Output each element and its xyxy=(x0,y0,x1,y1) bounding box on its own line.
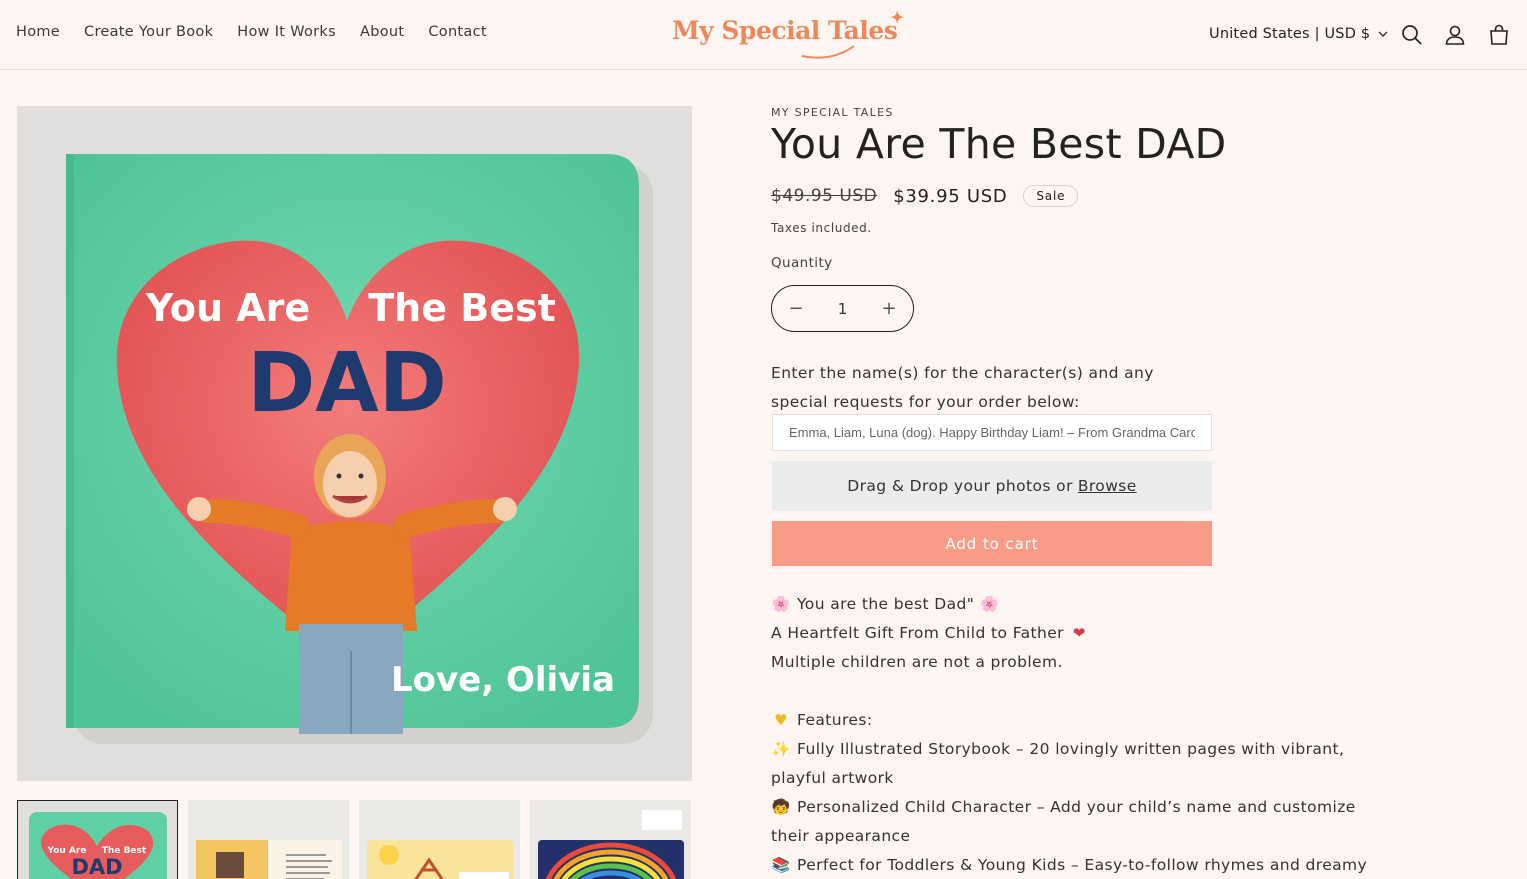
request-input[interactable] xyxy=(772,414,1212,451)
feature-3-text: Perfect for Toddlers & Young Kids – Easy… xyxy=(797,856,1368,874)
thumbnail-page-1[interactable] xyxy=(188,800,349,879)
main-nav: Home Create Your Book How It Works About… xyxy=(16,24,487,40)
thumbnail-page-2-image xyxy=(359,800,520,879)
site-header: Home Create Your Book How It Works About… xyxy=(0,0,1527,70)
heart-icon: ❤ xyxy=(1072,624,1086,642)
desc-line-2-text: A Heartfelt Gift From Child to Father xyxy=(771,624,1064,642)
feature-2-continued: their appearance xyxy=(771,827,911,845)
tax-note: Taxes included. xyxy=(771,221,872,235)
product-title: You Are The Best DAD xyxy=(771,120,1227,168)
feature-2: 🧒 Personalized Child Character – Add your… xyxy=(771,793,1371,822)
regular-price: $49.95 USD xyxy=(771,186,878,206)
account-icon[interactable] xyxy=(1443,23,1467,47)
book-cover-image: You Are The Best DAD Love, Olivia xyxy=(17,106,692,781)
site-logo[interactable]: My Special Tales ✦ xyxy=(672,8,904,59)
logo-swoosh xyxy=(801,45,855,59)
cover-signature: Love, Olivia xyxy=(391,660,615,700)
photo-upload-dropzone[interactable]: Drag & Drop your photos or Browse xyxy=(772,461,1212,511)
cover-title-line1: You Are xyxy=(145,286,310,330)
product-vendor: MY SPECIAL TALES xyxy=(771,106,894,119)
desc-line-2: A Heartfelt Gift From Child to Father ❤ xyxy=(771,619,1371,648)
browse-link[interactable]: Browse xyxy=(1078,477,1137,495)
feature-1-continued: playful artwork xyxy=(771,769,894,787)
currency-label: United States | USD $ xyxy=(1209,26,1371,42)
desc-line-3: Multiple children are not a problem. xyxy=(771,653,1063,671)
quantity-label: Quantity xyxy=(771,255,833,271)
thumbnail-page-3[interactable] xyxy=(530,800,691,879)
thumbnail-page-1-image xyxy=(188,800,349,879)
features-heading: ♥ Features: xyxy=(771,706,1371,735)
chevron-down-icon xyxy=(1378,31,1388,37)
thumbnail-cover-dad: DAD xyxy=(71,855,122,879)
cover-title-line2: The Best xyxy=(368,286,556,330)
feature-3: 📚 Perfect for Toddlers & Young Kids – Eas… xyxy=(771,851,1371,879)
books-icon: 📚 xyxy=(771,856,791,874)
thumbnail-cover-image: You Are The Best DAD xyxy=(17,800,178,879)
sale-price: $39.95 USD xyxy=(893,185,1008,207)
minus-icon[interactable]: − xyxy=(786,298,806,319)
sparkle-icon: ✨ xyxy=(771,740,791,758)
nav-home[interactable]: Home xyxy=(16,24,60,40)
thumbnail-cover[interactable]: You Are The Best DAD xyxy=(17,800,178,879)
request-label: Enter the name(s) for the character(s) a… xyxy=(771,364,1154,411)
product-main-image[interactable]: You Are The Best DAD Love, Olivia xyxy=(17,106,692,781)
flower-icon: 🌸 xyxy=(771,595,791,613)
sparkle-icon: ✦ xyxy=(890,8,904,27)
desc-line-1: 🌸 You are the best Dad" 🌸 xyxy=(771,590,1371,619)
nav-about[interactable]: About xyxy=(360,24,404,40)
feature-1-text: Fully Illustrated Storybook – 20 lovingl… xyxy=(797,740,1345,758)
quantity-stepper: − 1 + xyxy=(771,285,914,332)
thumbnail-strip: You Are The Best DAD xyxy=(17,800,691,879)
cart-icon[interactable] xyxy=(1487,23,1511,47)
thumbnail-page-3-image xyxy=(530,800,691,879)
nav-create-your-book[interactable]: Create Your Book xyxy=(84,24,213,40)
plus-icon[interactable]: + xyxy=(879,298,899,319)
price-row: $49.95 USD $39.95 USD Sale xyxy=(771,185,1079,207)
product-description: 🌸 You are the best Dad" 🌸 A Heartfelt Gif… xyxy=(771,590,1371,879)
flower-icon: 🌸 xyxy=(980,595,1000,613)
nav-contact[interactable]: Contact xyxy=(428,24,487,40)
child-icon: 🧒 xyxy=(771,798,791,816)
thumbnail-page-2[interactable] xyxy=(359,800,520,879)
feature-2-text: Personalized Child Character – Add your … xyxy=(797,798,1356,816)
currency-selector[interactable]: United States | USD $ xyxy=(1209,26,1388,42)
features-heading-text: Features: xyxy=(797,711,873,729)
sale-badge: Sale xyxy=(1023,185,1079,207)
feature-1: ✨ Fully Illustrated Storybook – 20 loving… xyxy=(771,735,1371,764)
desc-line-1-text: You are the best Dad" xyxy=(797,595,975,613)
upload-text: Drag & Drop your photos or xyxy=(847,477,1073,495)
search-icon[interactable] xyxy=(1400,23,1424,47)
add-to-cart-button[interactable]: Add to cart xyxy=(772,521,1212,566)
yellow-heart-icon: ♥ xyxy=(774,711,788,729)
logo-text: My Special Tales xyxy=(672,16,898,45)
nav-how-it-works[interactable]: How It Works xyxy=(237,24,336,40)
quantity-value[interactable]: 1 xyxy=(838,300,848,318)
cover-title-dad: DAD xyxy=(247,336,447,431)
